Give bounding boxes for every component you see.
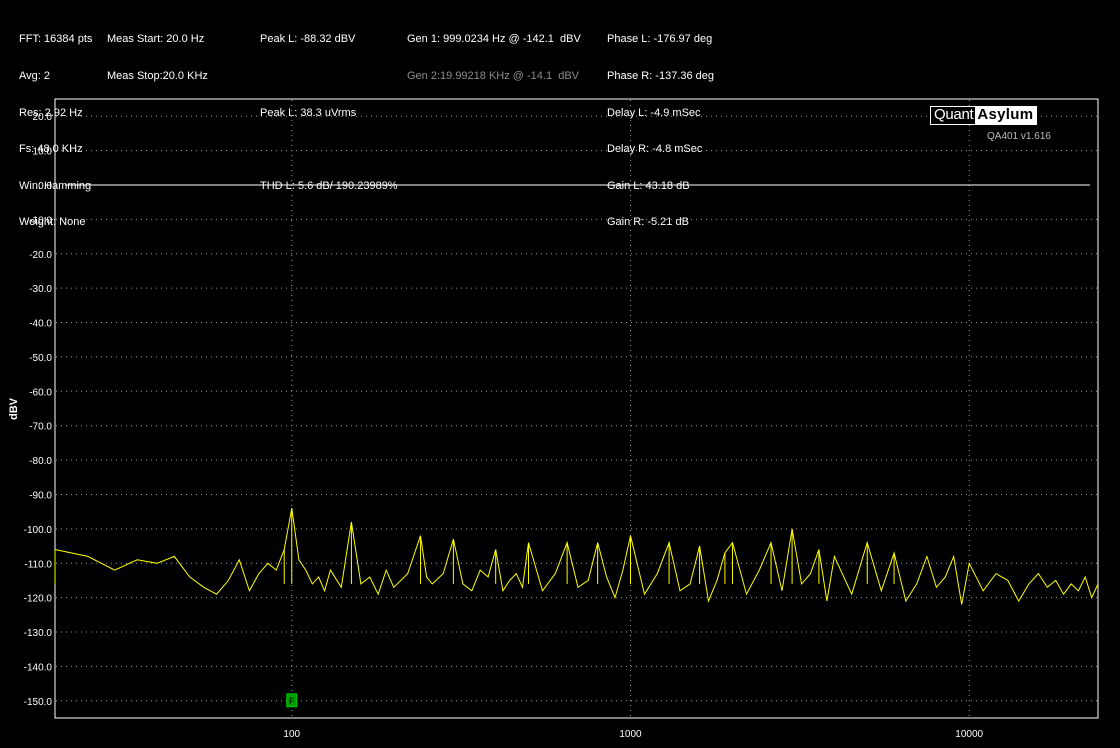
logo-text-quant: Quant bbox=[934, 106, 974, 123]
x-tick-label: 10000 bbox=[955, 729, 983, 740]
plot-frame bbox=[54, 98, 1099, 719]
y-tick-label: -130.0 bbox=[24, 628, 53, 639]
x-axis-ticks: 100 1000 10000 bbox=[283, 729, 983, 740]
marker-label: F bbox=[289, 696, 295, 706]
y-axis-ticks: 20.0 10.0 0.0 -10.0 -20.0 -30.0 -40.0 -50.0 -60.… bbox=[24, 112, 53, 708]
y-tick-label: -110.0 bbox=[24, 559, 52, 570]
quantasylum-logo: Quant Asylum bbox=[930, 106, 1038, 125]
y-axis-title: dBV bbox=[8, 397, 20, 420]
frequency-marker[interactable]: F bbox=[286, 693, 298, 708]
y-tick-label: -80.0 bbox=[29, 456, 52, 467]
y-tick-label: -100.0 bbox=[24, 525, 53, 536]
y-tick-label: 20.0 bbox=[33, 112, 53, 123]
logo-text-asylum: Asylum bbox=[975, 107, 1037, 124]
version-text: QA401 v1.616 bbox=[987, 131, 1051, 142]
series-left-channel-spikes bbox=[54, 508, 895, 584]
grid-lines bbox=[56, 100, 1097, 717]
y-tick-label: -30.0 bbox=[29, 284, 52, 295]
y-tick-label: -120.0 bbox=[24, 594, 53, 605]
x-tick-label: 1000 bbox=[619, 729, 642, 740]
y-tick-label: -140.0 bbox=[24, 662, 53, 673]
y-tick-label: -60.0 bbox=[29, 387, 52, 398]
y-tick-label: -20.0 bbox=[29, 250, 52, 261]
y-tick-label: -150.0 bbox=[24, 697, 53, 708]
y-tick-label: 10.0 bbox=[33, 147, 53, 158]
series-left-channel-trace bbox=[54, 508, 1099, 605]
y-tick-label: -10.0 bbox=[29, 215, 52, 226]
x-tick-label: 100 bbox=[283, 729, 300, 740]
y-tick-label: 0.0 bbox=[38, 181, 52, 192]
y-tick-label: -70.0 bbox=[29, 422, 52, 433]
y-tick-label: -40.0 bbox=[29, 319, 52, 330]
y-tick-label: -90.0 bbox=[29, 490, 52, 501]
y-tick-label: -50.0 bbox=[29, 353, 52, 364]
